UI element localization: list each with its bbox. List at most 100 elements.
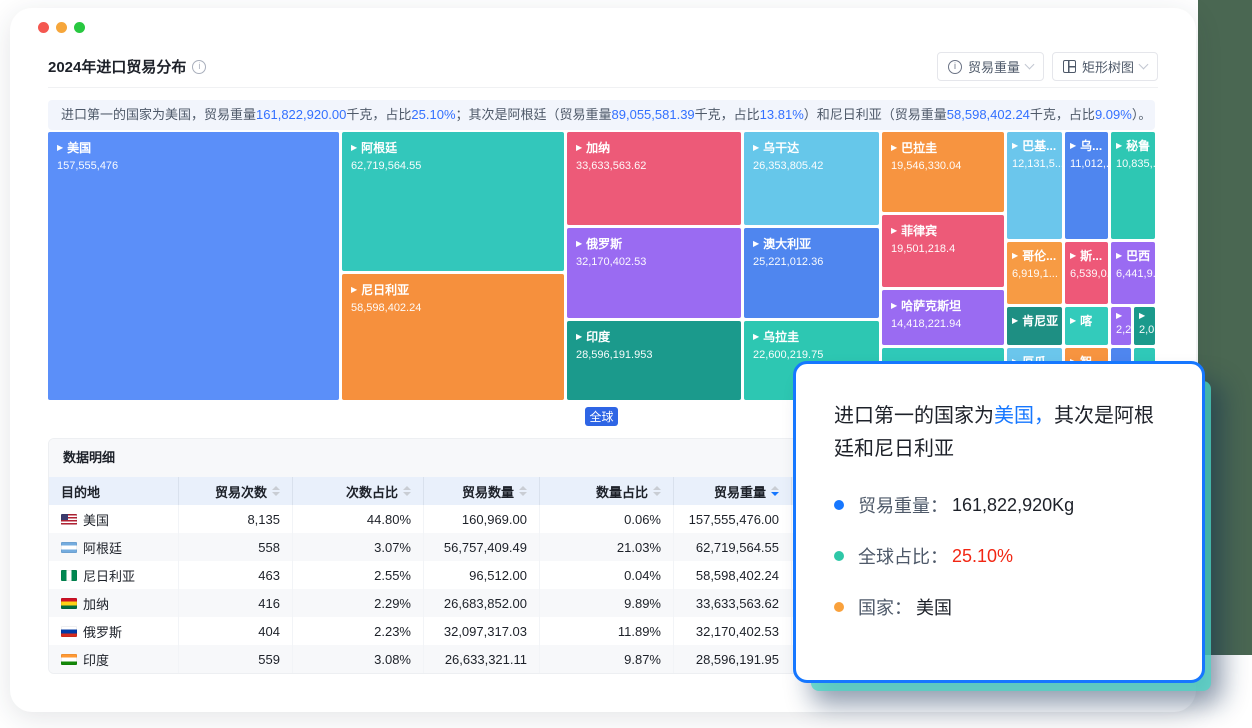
treemap-cell-label: ▶巴拉圭: [891, 139, 995, 156]
treemap-cell[interactable]: ▶巴西6,441,9...: [1111, 242, 1155, 304]
treemap-cell-value: 10,835,...: [1116, 158, 1150, 170]
treemap-cell-value: 26,353,805.42: [753, 160, 870, 172]
chart-type-select-button[interactable]: 矩形树图: [1052, 52, 1158, 81]
treemap-cell[interactable]: ▶澳大利亚25,221,012.36: [744, 228, 879, 318]
treemap-cell[interactable]: ▶哈萨克斯坦14,418,221.94: [882, 290, 1004, 345]
treemap-cell-name: 巴基...: [1022, 137, 1056, 154]
chart-type-select-label: 矩形树图: [1082, 57, 1134, 76]
table-header-cell[interactable]: 贸易重量: [673, 477, 791, 505]
destination-name: 加纳: [83, 594, 109, 613]
table-cell: 32,097,317.03: [423, 617, 539, 645]
table-header-cell[interactable]: 贸易次数: [178, 477, 292, 505]
table-header-cell[interactable]: 数量占比: [539, 477, 673, 505]
treemap-cell[interactable]: ▶乌...11,012,...: [1065, 132, 1108, 239]
drilldown-arrow-icon: ▶: [1116, 312, 1122, 320]
highlight-text: 58,598,402.24: [947, 107, 1030, 122]
treemap-cell[interactable]: ▶菲律宾19,501,218.4: [882, 215, 1004, 287]
treemap-cell[interactable]: ▶印度28,596,191.953: [567, 321, 741, 400]
treemap-cell[interactable]: ▶美国157,555,476: [48, 132, 339, 400]
destination-cell: 加纳: [49, 589, 178, 617]
table-cell: 2.29%: [292, 589, 423, 617]
sort-caret-down-icon: [653, 492, 661, 496]
metric-select-button[interactable]: i 贸易重量: [937, 52, 1044, 81]
treemap-cell[interactable]: ▶2,2: [1111, 307, 1131, 345]
table-header-cell[interactable]: 次数占比: [292, 477, 423, 505]
treemap-cell-name: 加纳: [586, 139, 610, 156]
sort-icon: [519, 486, 527, 496]
page-title: 2024年进口贸易分布: [48, 56, 186, 77]
title-info-icon[interactable]: i: [192, 60, 206, 74]
drilldown-arrow-icon: ▶: [753, 333, 759, 341]
dest-flag-icon: [61, 598, 77, 609]
tooltip-item-label: 全球占比：: [858, 543, 948, 569]
treemap-icon: [1063, 60, 1076, 73]
treemap-cell-value: 19,501,218.4: [891, 243, 995, 255]
treemap-cell[interactable]: ▶阿根廷62,719,564.55: [342, 132, 564, 271]
treemap-breadcrumb-global[interactable]: 全球: [585, 407, 618, 426]
table-cell: 21.03%: [539, 533, 673, 561]
plain-text: 千克，占比: [695, 107, 760, 122]
highlight-text: 161,822,920.00: [256, 107, 346, 122]
drilldown-arrow-icon: ▶: [576, 144, 582, 152]
sort-caret-up-icon: [653, 486, 661, 490]
destination-name: 印度: [83, 650, 109, 669]
table-header-cell[interactable]: 贸易数量: [423, 477, 539, 505]
tooltip-items: 贸易重量：161,822,920Kg全球占比：25.10%国家：美国: [834, 492, 1164, 620]
bullet-dot-icon: [834, 500, 844, 510]
dest-flag-icon: [61, 514, 77, 525]
destination-cell: 阿根廷: [49, 533, 178, 561]
treemap-cell[interactable]: ▶尼日利亚58,598,402.24: [342, 274, 564, 400]
table-cell: 3.08%: [292, 645, 423, 673]
drilldown-arrow-icon: ▶: [576, 333, 582, 341]
treemap-cell-label: ▶乌...: [1070, 137, 1103, 154]
treemap-cell-value: 62,719,564.55: [351, 160, 555, 172]
treemap-cell[interactable]: ▶肯尼亚: [1007, 307, 1062, 345]
treemap-cell-name: 澳大利亚: [763, 235, 811, 252]
table-cell: 463: [178, 561, 292, 589]
table-cell: 56,757,409.49: [423, 533, 539, 561]
table-cell: 404: [178, 617, 292, 645]
highlight-text: 美国，: [994, 405, 1054, 427]
traffic-light-minimize-button[interactable]: [56, 22, 67, 33]
treemap-cell-label: ▶喀: [1070, 312, 1103, 329]
treemap-cell-label: ▶斯...: [1070, 247, 1103, 264]
treemap-cell-label: ▶乌干达: [753, 139, 870, 156]
treemap-cell[interactable]: ▶乌干达 26,353,805.42: [744, 132, 879, 225]
treemap-cell[interactable]: ▶喀: [1065, 307, 1108, 345]
treemap-cell-name: 哥伦...: [1022, 247, 1056, 264]
tooltip-card: 进口第一的国家为美国，其次是阿根廷和尼日利亚 贸易重量：161,822,920K…: [793, 361, 1205, 683]
treemap-cell[interactable]: ▶巴基...12,131,5...: [1007, 132, 1062, 239]
treemap-cell[interactable]: ▶哥伦...6,919,1...: [1007, 242, 1062, 304]
table-cell: 33,633,563.62: [673, 589, 791, 617]
dest-flag-icon: [61, 654, 77, 665]
treemap-cell[interactable]: ▶秘鲁10,835,...: [1111, 132, 1155, 239]
traffic-light-zoom-button[interactable]: [74, 22, 85, 33]
plain-text: 进口第一的国家为: [834, 405, 994, 427]
sort-caret-down-icon: [272, 492, 280, 496]
treemap-cell-label: ▶: [1116, 312, 1126, 320]
plain-text: ）。: [1132, 107, 1152, 122]
drilldown-arrow-icon: ▶: [1070, 142, 1076, 150]
tooltip-item: 贸易重量：161,822,920Kg: [834, 492, 1164, 518]
treemap-cell[interactable]: ▶俄罗斯32,170,402.53: [567, 228, 741, 318]
highlight-text: 13.81%: [760, 107, 804, 122]
table-header-cell: 目的地: [49, 477, 178, 505]
treemap-cell-name: 阿根廷: [361, 139, 397, 156]
treemap-cell-name: 哈萨克斯坦: [901, 297, 961, 314]
treemap-cell[interactable]: ▶巴拉圭19,546,330.04: [882, 132, 1004, 212]
background-strip: [1198, 0, 1252, 655]
treemap-cell[interactable]: ▶斯...6,539,0...: [1065, 242, 1108, 304]
table-cell: 44.80%: [292, 505, 423, 533]
sort-caret-up-icon: [771, 486, 779, 490]
destination-cell: 俄罗斯: [49, 617, 178, 645]
sort-caret-down-icon: [519, 492, 527, 496]
traffic-light-close-button[interactable]: [38, 22, 49, 33]
treemap-cell-name: 俄罗斯: [586, 235, 622, 252]
treemap-cell[interactable]: ▶2,0: [1134, 307, 1155, 345]
table-header-label: 贸易重量: [714, 482, 766, 501]
dest-flag-icon: [61, 626, 77, 637]
treemap-cell[interactable]: ▶加纳33,633,563.62: [567, 132, 741, 225]
drilldown-arrow-icon: ▶: [1012, 252, 1018, 260]
treemap-cell-name: 印度: [586, 328, 610, 345]
treemap-cell-label: ▶澳大利亚: [753, 235, 870, 252]
